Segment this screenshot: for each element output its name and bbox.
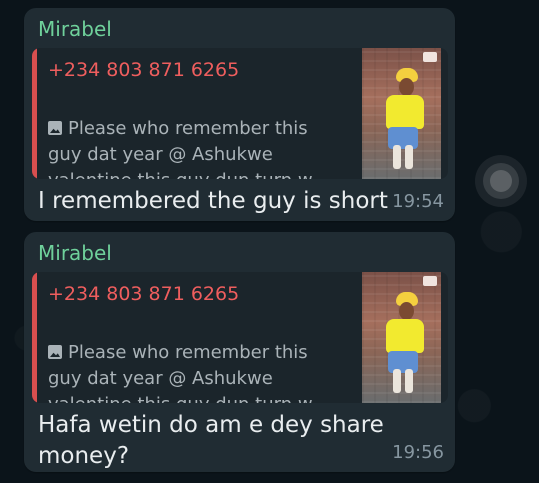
quoted-message[interactable]: +234 803 871 6265 Please who remember th… — [32, 48, 448, 179]
quoted-text: Please who remember this guy dat year @ … — [48, 314, 358, 403]
thumbnail-person-leg — [393, 145, 401, 169]
thumbnail-person-leg — [405, 145, 413, 169]
message-text: Hafa wetin do am e dey share money? — [38, 412, 384, 469]
photo-icon — [48, 121, 62, 135]
quoted-message[interactable]: +234 803 871 6265 Please who remember th… — [32, 272, 448, 403]
quoted-text-content: Please who remember this guy dat year @ … — [48, 118, 328, 179]
photo-icon — [48, 345, 62, 359]
quoted-text: Please who remember this guy dat year @ … — [48, 90, 358, 179]
quote-accent-bar — [32, 48, 37, 179]
scroll-to-bottom-icon[interactable] — [475, 155, 527, 207]
quoted-phone-number: +234 803 871 6265 — [48, 283, 240, 305]
quoted-text-content: Please who remember this guy dat year @ … — [48, 342, 328, 403]
thumbnail-person-head — [399, 302, 414, 320]
thumbnail-sign — [423, 276, 437, 286]
sender-name[interactable]: Mirabel — [38, 16, 112, 42]
message-time: 19:56 — [392, 442, 444, 463]
thumbnail-person-shirt — [386, 95, 424, 129]
thumbnail-person-leg — [405, 369, 413, 393]
message-text: I remembered the guy is short — [38, 188, 388, 214]
message-time: 19:54 — [392, 191, 444, 212]
thumbnail-sign — [423, 52, 437, 62]
quoted-photo-thumbnail[interactable] — [362, 272, 441, 403]
thumbnail-person-leg — [393, 369, 401, 393]
message-bubble[interactable]: Mirabel +234 803 871 6265 Please who rem… — [24, 232, 455, 472]
thumbnail-person-shirt — [386, 319, 424, 353]
quoted-photo-thumbnail[interactable] — [362, 48, 441, 179]
message-bubble[interactable]: Mirabel +234 803 871 6265 Please who rem… — [24, 8, 455, 221]
thumbnail-person-head — [399, 78, 414, 96]
quote-accent-bar — [32, 272, 37, 403]
quoted-phone-number: +234 803 871 6265 — [48, 59, 240, 81]
sender-name[interactable]: Mirabel — [38, 240, 112, 266]
